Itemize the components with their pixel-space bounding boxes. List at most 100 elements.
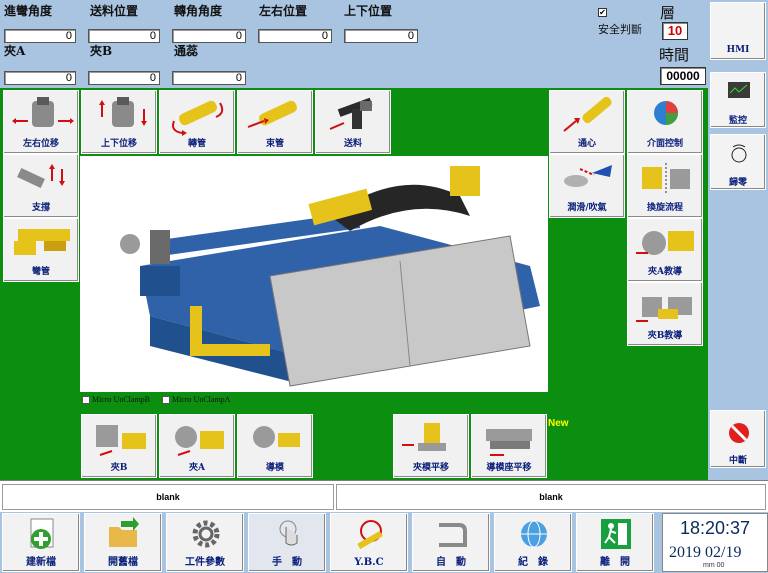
- hmi-button[interactable]: HMI: [710, 2, 766, 60]
- ud-position-field[interactable]: 0: [344, 29, 418, 43]
- param-label-ud-position: 上下位置: [344, 4, 393, 18]
- param-label-bend-angle: 進彎角度: [4, 4, 53, 18]
- hand-touch-icon: [279, 520, 298, 546]
- clock-units: mm 00: [703, 562, 725, 569]
- layer-value: 10: [662, 22, 688, 40]
- manual-button[interactable]: 手 動: [248, 513, 326, 572]
- open-file-label: 開舊檔: [108, 557, 138, 568]
- rotate-tube-label: 轉管: [187, 139, 206, 149]
- lube-blow-label: 潤滑/吹氣: [567, 203, 607, 213]
- support-button[interactable]: 支撐: [3, 154, 79, 218]
- ybc-icon: [357, 520, 383, 550]
- interrupt-label: 中斷: [728, 456, 747, 466]
- ybc-button[interactable]: Y.B.C: [330, 513, 408, 572]
- clamp-b-teach-label: 夾B教導: [647, 331, 683, 341]
- zero-return-icon: [731, 144, 747, 163]
- lr-position-field[interactable]: 0: [258, 29, 332, 43]
- feed-position-field[interactable]: 0: [88, 29, 160, 43]
- micro-unclamp-a-option[interactable]: Micro UnClampA: [162, 395, 231, 405]
- param-label-rotate-angle: 轉角角度: [174, 4, 223, 18]
- manual-label: 手 動: [272, 557, 302, 568]
- micro-unclamp-b-checkbox[interactable]: [82, 396, 90, 405]
- clamp-a-teach-label: 夾A教導: [648, 267, 682, 277]
- new-badge: New: [548, 418, 569, 429]
- param-label-mandrel: 通蕊: [174, 44, 199, 58]
- micro-unclamp-a-checkbox[interactable]: [162, 396, 170, 405]
- clamp-die-shift-label: 夾模平移: [412, 463, 449, 473]
- bottom-toolbar: 建新檔 開舊檔 工件參數 手 動 Y.B.C 自 動 紀 錄 離 開 18:20…: [0, 512, 768, 573]
- param-label-feed-position: 送料位置: [90, 4, 139, 18]
- feed-button[interactable]: 送料: [315, 90, 391, 154]
- micro-unclamp-b-option[interactable]: Micro UnClampB: [82, 395, 150, 405]
- guide-seat-shift-label: 導模座平移: [486, 463, 532, 473]
- status-message-left: blank: [2, 484, 334, 510]
- rotate-tube-button[interactable]: 轉管: [159, 90, 235, 154]
- tube-bender-illustration: [80, 156, 548, 392]
- work-params-label: 工件參數: [185, 557, 225, 568]
- bend-tube-label: 彎管: [31, 267, 50, 277]
- zero-return-button[interactable]: 歸零: [710, 134, 766, 190]
- bundle-tube-button[interactable]: 束管: [237, 90, 313, 154]
- interrupt-button[interactable]: 中斷: [710, 410, 766, 468]
- clamp-a-teach-button[interactable]: 夾A教導: [627, 218, 703, 282]
- auto-button[interactable]: 自 動: [412, 513, 490, 572]
- auto-icon: [439, 523, 467, 547]
- monitor-button[interactable]: 監控: [710, 72, 766, 128]
- main-panel: 左右位移 上下位移 轉管 束管 送料 通心 介面控制 支撐 彎管 Micro U…: [0, 88, 708, 480]
- machine-illustration: [80, 156, 548, 392]
- safety-label: 安全判斷: [598, 23, 642, 36]
- clamp-die-shift-button[interactable]: 夾模平移: [393, 414, 469, 478]
- lube-blow-button[interactable]: 潤滑/吹氣: [549, 154, 625, 218]
- open-file-button[interactable]: 開舊檔: [84, 513, 162, 572]
- clamp-b-field[interactable]: 0: [88, 71, 160, 85]
- mandrel-field[interactable]: 0: [172, 71, 246, 85]
- side-bar: HMI 監控 歸零 中斷: [708, 0, 768, 480]
- auto-label: 自 動: [436, 557, 466, 568]
- clamp-a-label: 夾A: [189, 463, 205, 473]
- support-label: 支撐: [31, 203, 50, 213]
- guide-die-button[interactable]: 導模: [237, 414, 313, 478]
- clamp-a-button[interactable]: 夾A: [159, 414, 235, 478]
- clock-time: 18:20:37: [679, 518, 751, 538]
- gear-icon: [192, 520, 220, 548]
- clamp-b-button[interactable]: 夾B: [81, 414, 157, 478]
- rotate-angle-field[interactable]: 0: [172, 29, 246, 43]
- clamp-a-field[interactable]: 0: [4, 71, 76, 85]
- clamp-b-label: 夾B: [110, 463, 128, 473]
- ybc-label: Y.B.C: [354, 557, 384, 568]
- param-label-lr-position: 左右位置: [259, 4, 308, 18]
- clock-date: 2019 02/19: [669, 544, 742, 561]
- clamp-b-teach-button[interactable]: 夾B教導: [627, 282, 703, 346]
- time-label: 時間: [659, 46, 690, 64]
- interface-control-button[interactable]: 介面控制: [627, 90, 703, 154]
- micro-unclamp-a-label: Micro UnClampA: [172, 395, 231, 404]
- hmi-label: HMI: [726, 45, 750, 55]
- monitor-label: 監控: [728, 116, 747, 126]
- status-bar: blank blank: [0, 480, 768, 512]
- ud-shift-label: 上下位移: [100, 139, 137, 149]
- new-file-icon: [30, 518, 54, 549]
- new-file-button[interactable]: 建新檔: [2, 513, 80, 572]
- safety-checkbox[interactable]: ✔: [598, 8, 607, 17]
- lr-shift-button[interactable]: 左右位移: [3, 90, 79, 154]
- exit-button[interactable]: 離 開: [576, 513, 654, 572]
- param-label-clamp-a: 夾A: [4, 44, 26, 58]
- monitor-icon: [728, 82, 750, 98]
- record-button[interactable]: 紀 錄: [494, 513, 572, 572]
- new-file-label: 建新檔: [26, 557, 56, 568]
- ud-shift-button[interactable]: 上下位移: [81, 90, 157, 154]
- bend-angle-field[interactable]: 0: [4, 29, 76, 43]
- status-message-right: blank: [336, 484, 766, 510]
- center-button[interactable]: 通心: [549, 90, 625, 154]
- time-value: 00000: [660, 67, 706, 85]
- guide-seat-shift-button[interactable]: 導模座平移: [471, 414, 547, 478]
- work-params-button[interactable]: 工件參數: [166, 513, 244, 572]
- switch-flow-label: 換旋流程: [646, 203, 683, 213]
- param-label-clamp-b: 夾B: [90, 44, 113, 58]
- layer-label: 層: [660, 4, 676, 22]
- switch-flow-button[interactable]: 換旋流程: [627, 154, 703, 218]
- center-label: 通心: [577, 139, 596, 149]
- exit-label: 離 開: [600, 557, 630, 568]
- bundle-tube-label: 束管: [265, 139, 284, 149]
- bend-tube-button[interactable]: 彎管: [3, 218, 79, 282]
